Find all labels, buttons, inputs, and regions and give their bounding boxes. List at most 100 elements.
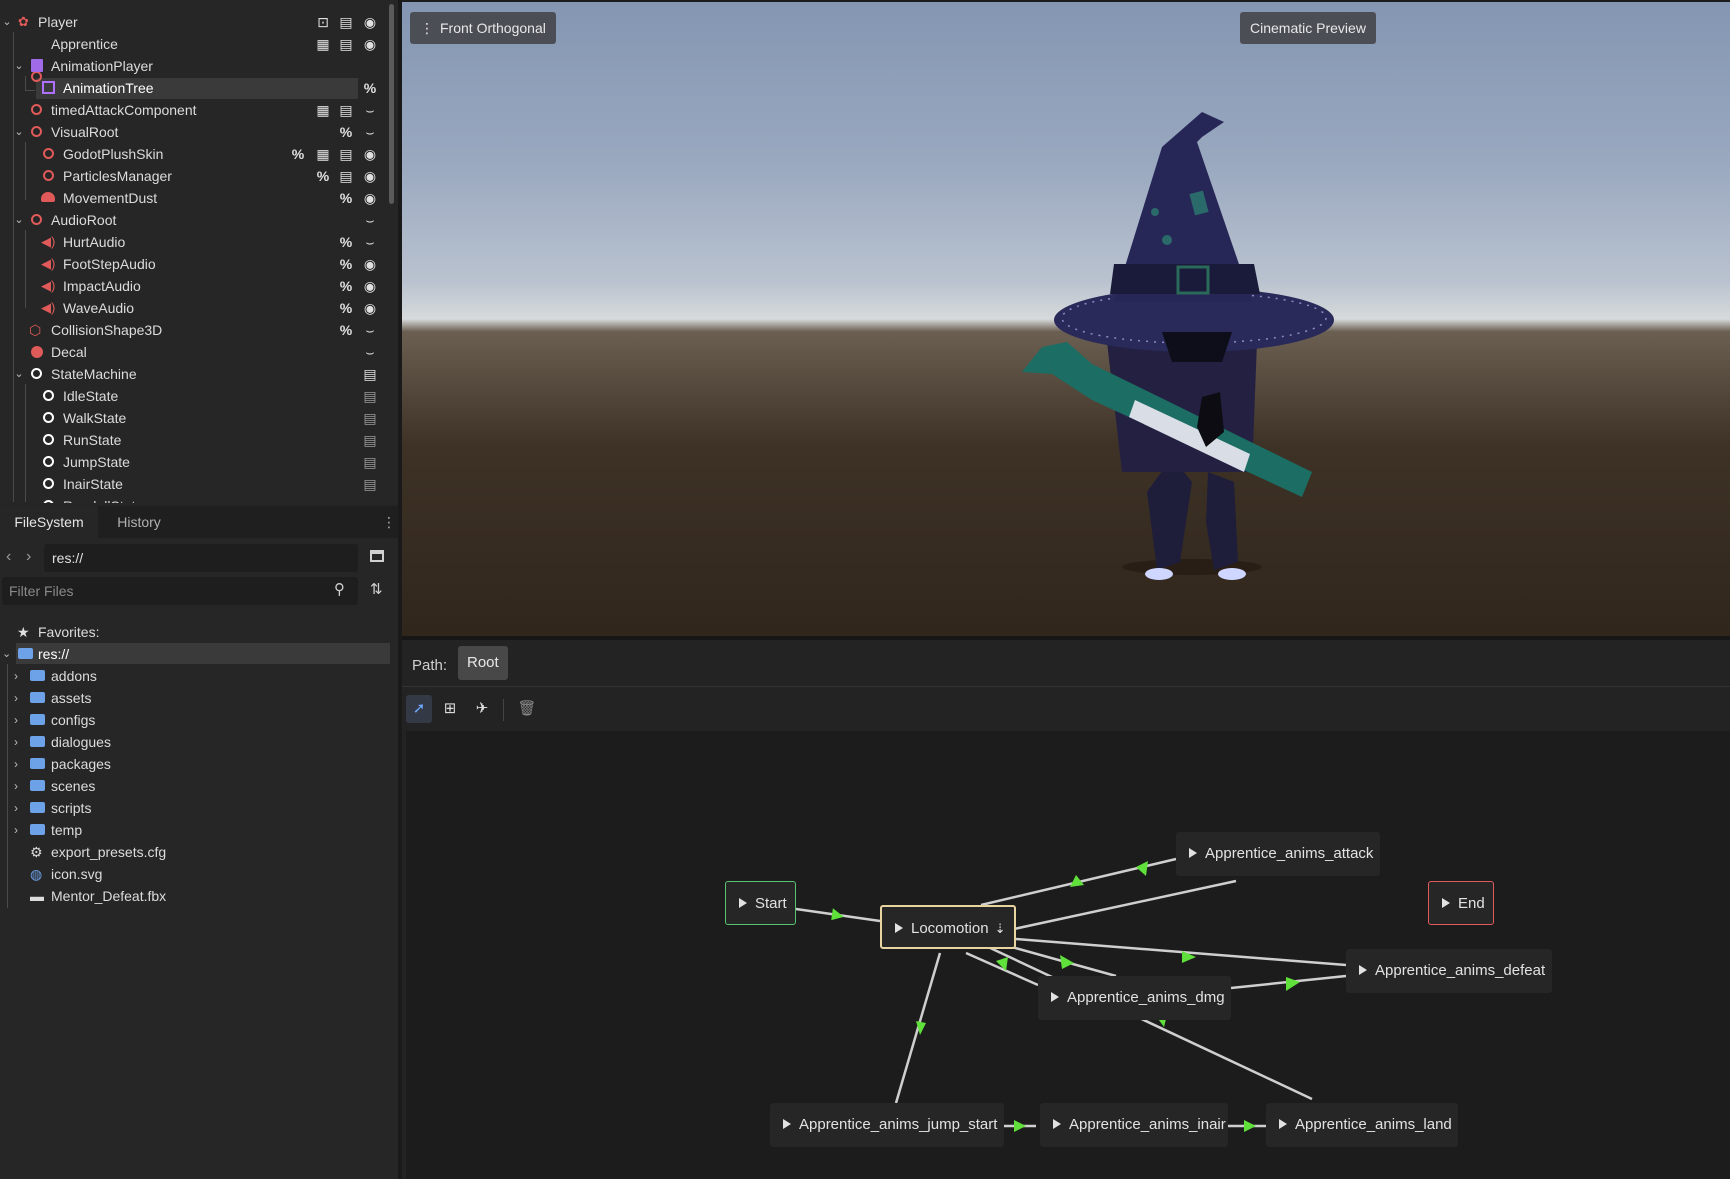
res-root-row[interactable]: ⌄ res:// bbox=[0, 643, 398, 665]
connect-tool-icon[interactable]: ✈ bbox=[469, 695, 495, 723]
unique-name-icon[interactable]: % bbox=[338, 234, 354, 250]
file-row[interactable]: ◍ icon.svg bbox=[0, 863, 398, 885]
select-tool-icon[interactable]: ➚ bbox=[406, 695, 432, 723]
script-icon[interactable]: ▤ bbox=[362, 476, 378, 492]
visibility-hidden-icon[interactable]: ⌣ bbox=[362, 344, 378, 360]
node-icon bbox=[43, 500, 54, 503]
unique-name-icon[interactable]: % bbox=[338, 190, 354, 206]
state-node-end[interactable]: End bbox=[1428, 881, 1494, 925]
state-node-dmg[interactable]: Apprentice_anims_dmg bbox=[1038, 976, 1231, 1020]
folder-row-temp[interactable]: › temp bbox=[0, 819, 398, 841]
group-icon[interactable]: ⊡ bbox=[315, 14, 331, 30]
script-icon[interactable]: ▤ bbox=[338, 102, 354, 118]
filter-files-input[interactable]: Filter Files bbox=[2, 577, 358, 605]
expand-chevron-icon[interactable]: › bbox=[14, 731, 18, 753]
file-row[interactable]: ⚙ export_presets.cfg bbox=[0, 841, 398, 863]
expand-chevron-icon[interactable]: › bbox=[14, 687, 18, 709]
script-icon[interactable]: ▤ bbox=[362, 410, 378, 426]
tree-node-runstate[interactable]: RunState bbox=[0, 429, 398, 451]
expand-chevron-icon[interactable]: › bbox=[14, 819, 18, 841]
expand-chevron-icon[interactable]: ⌄ bbox=[2, 643, 11, 665]
visibility-eye-icon[interactable]: ◉ bbox=[362, 300, 378, 316]
favorites-row[interactable]: ★ Favorites: bbox=[0, 621, 398, 643]
sort-icon[interactable]: ⇅ bbox=[370, 580, 383, 598]
split-view-icon[interactable] bbox=[370, 550, 384, 562]
back-chevron-icon[interactable]: ‹ bbox=[6, 548, 11, 566]
script-icon[interactable]: ▤ bbox=[362, 454, 378, 470]
state-node-attack[interactable]: Apprentice_anims_attack bbox=[1176, 832, 1380, 876]
visibility-eye-icon[interactable]: ◉ bbox=[362, 278, 378, 294]
expand-chevron-icon[interactable]: › bbox=[14, 753, 18, 775]
right-leg bbox=[1206, 472, 1238, 570]
visibility-hidden-icon[interactable]: ⌣ bbox=[362, 124, 378, 140]
tree-node-audioroot[interactable]: AudioRoot bbox=[0, 209, 398, 231]
3d-viewport[interactable]: ⋮ Front Orthogonal Cinematic Preview bbox=[402, 2, 1730, 636]
visibility-hidden-icon[interactable]: ⌣ bbox=[362, 212, 378, 228]
visibility-eye-icon[interactable]: ◉ bbox=[362, 146, 378, 162]
expand-chevron-icon[interactable]: › bbox=[14, 709, 18, 731]
visibility-hidden-icon[interactable]: ⌣ bbox=[362, 322, 378, 338]
state-node-jump-start[interactable]: Apprentice_anims_jump_start bbox=[770, 1103, 1004, 1147]
tree-node-jumpstate[interactable]: JumpState bbox=[0, 451, 398, 473]
folder-row-scenes[interactable]: › scenes bbox=[0, 775, 398, 797]
visibility-hidden-icon[interactable]: ⌣ bbox=[362, 234, 378, 250]
tree-node-ragdollstate[interactable]: RagdollState bbox=[0, 495, 398, 503]
state-node-locomotion[interactable]: Locomotion ⇣ bbox=[880, 905, 1016, 949]
file-row[interactable]: ▬ Mentor_Defeat.fbx bbox=[0, 885, 398, 907]
visibility-eye-icon[interactable]: ◉ bbox=[362, 36, 378, 52]
folder-row-configs[interactable]: › configs bbox=[0, 709, 398, 731]
clapperboard-icon[interactable]: ▦ bbox=[315, 102, 331, 118]
delete-tool-icon[interactable]: 🗑 bbox=[514, 695, 540, 723]
visibility-hidden-icon[interactable]: ⌣ bbox=[362, 102, 378, 118]
tab-history[interactable]: History bbox=[104, 506, 174, 538]
tree-node-walkstate[interactable]: WalkState bbox=[0, 407, 398, 429]
state-machine-graph[interactable]: Start Locomotion ⇣ Apprentice_anims_attac… bbox=[406, 731, 1730, 1179]
tree-node-inairstate[interactable]: InairState bbox=[0, 473, 398, 495]
unique-name-icon[interactable]: % bbox=[338, 322, 354, 338]
dock-menu-icon[interactable]: ⋮ bbox=[382, 506, 396, 538]
tree-node-animationplayer[interactable]: AnimationPlayer bbox=[0, 55, 398, 77]
folder-row-scripts[interactable]: › scripts bbox=[0, 797, 398, 819]
state-node-start[interactable]: Start bbox=[725, 881, 796, 925]
clapperboard-icon[interactable]: ▦ bbox=[315, 146, 331, 162]
expand-chevron-icon[interactable]: › bbox=[14, 797, 18, 819]
expand-chevron-icon[interactable]: › bbox=[14, 775, 18, 797]
script-icon[interactable]: ▤ bbox=[338, 36, 354, 52]
script-icon[interactable]: ▤ bbox=[338, 146, 354, 162]
visibility-eye-icon[interactable]: ◉ bbox=[362, 14, 378, 30]
forward-chevron-icon[interactable]: › bbox=[26, 548, 31, 566]
script-icon[interactable]: ▤ bbox=[362, 366, 378, 382]
expand-chevron-icon[interactable]: › bbox=[14, 665, 18, 687]
tree-node-animationtree[interactable]: AnimationTree bbox=[0, 77, 398, 99]
script-icon[interactable]: ▤ bbox=[362, 388, 378, 404]
tree-node-decal[interactable]: Decal bbox=[0, 341, 398, 363]
unique-name-icon[interactable]: % bbox=[338, 124, 354, 140]
folder-row-assets[interactable]: › assets bbox=[0, 687, 398, 709]
clapperboard-icon[interactable]: ▦ bbox=[315, 36, 331, 52]
create-node-tool-icon[interactable]: ⊞ bbox=[437, 695, 463, 723]
path-root-button[interactable]: Root bbox=[458, 646, 508, 680]
tree-node-idlestate[interactable]: IdleState bbox=[0, 385, 398, 407]
folder-row-dialogues[interactable]: › dialogues bbox=[0, 731, 398, 753]
script-icon[interactable]: ▤ bbox=[338, 14, 354, 30]
visibility-eye-icon[interactable]: ◉ bbox=[362, 256, 378, 272]
state-node-inair[interactable]: Apprentice_anims_inair bbox=[1040, 1103, 1228, 1147]
unique-name-icon[interactable]: % bbox=[338, 300, 354, 316]
unique-name-icon[interactable]: % bbox=[338, 256, 354, 272]
folder-row-packages[interactable]: › packages bbox=[0, 753, 398, 775]
edit-subtree-icon[interactable]: ⇣ bbox=[995, 921, 1006, 936]
filesystem-path-field[interactable]: res:// bbox=[44, 544, 358, 572]
folder-row-addons[interactable]: › addons bbox=[0, 665, 398, 687]
tab-filesystem[interactable]: FileSystem bbox=[0, 506, 98, 538]
unique-name-icon[interactable]: % bbox=[315, 168, 331, 184]
unique-name-icon[interactable]: % bbox=[290, 146, 306, 162]
script-icon[interactable]: ▤ bbox=[362, 432, 378, 448]
unique-name-icon[interactable]: % bbox=[362, 80, 378, 96]
script-icon[interactable]: ▤ bbox=[338, 168, 354, 184]
state-node-land[interactable]: Apprentice_anims_land bbox=[1266, 1103, 1458, 1147]
state-node-defeat[interactable]: Apprentice_anims_defeat bbox=[1346, 949, 1552, 993]
visibility-eye-icon[interactable]: ◉ bbox=[362, 190, 378, 206]
visibility-eye-icon[interactable]: ◉ bbox=[362, 168, 378, 184]
tree-node-statemachine[interactable]: StateMachine bbox=[0, 363, 398, 385]
unique-name-icon[interactable]: % bbox=[338, 278, 354, 294]
